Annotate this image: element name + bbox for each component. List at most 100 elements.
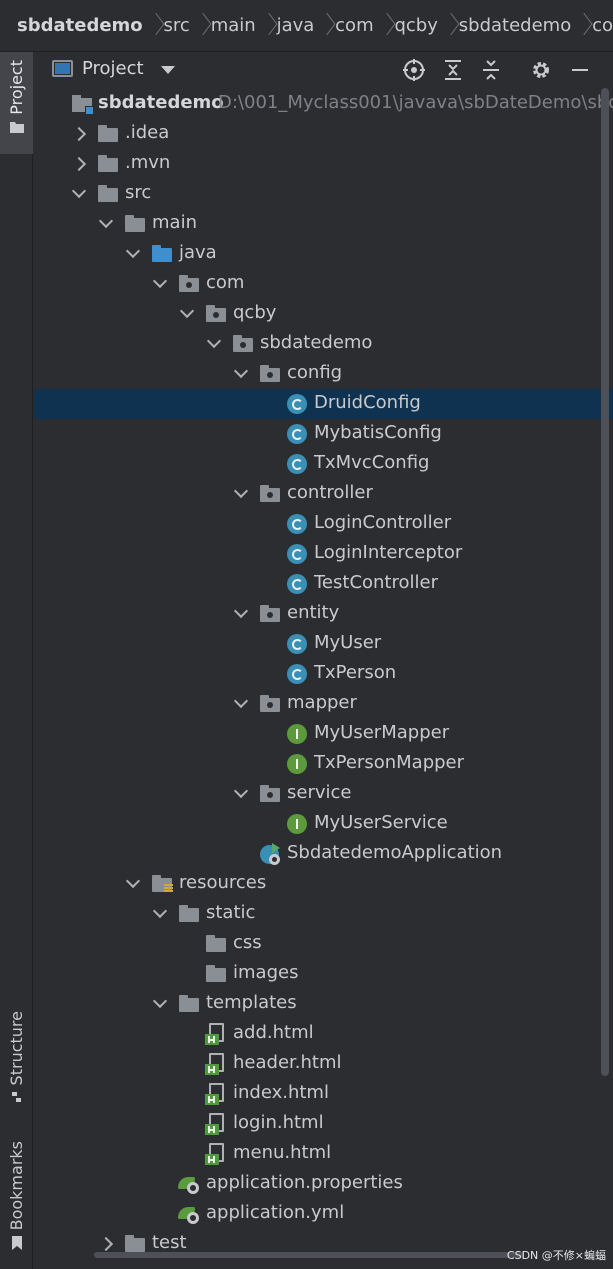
project-view-selector[interactable]: Project — [52, 58, 175, 79]
expand-arrow-icon[interactable] — [74, 149, 90, 179]
interface-icon — [287, 814, 307, 834]
tree-node-label: TxPerson — [314, 662, 397, 683]
tree-node-com[interactable]: com — [34, 269, 613, 299]
breadcrumb-item[interactable]: main — [211, 15, 256, 36]
tree-node-idea[interactable]: .idea — [34, 119, 613, 149]
tree-node-main[interactable]: main — [34, 209, 613, 239]
tree-node-label: controller — [287, 482, 373, 503]
spring-config-icon — [178, 1174, 202, 1194]
expand-arrow-icon[interactable] — [74, 119, 90, 149]
tree-node-add-html[interactable]: add.html — [34, 1019, 613, 1049]
breadcrumb-item[interactable]: java — [277, 15, 315, 36]
expand-arrow-icon[interactable] — [98, 209, 114, 239]
tree-node-header-html[interactable]: header.html — [34, 1049, 613, 1079]
hide-panel-icon[interactable] — [568, 58, 592, 82]
tree-node-entity[interactable]: entity — [34, 599, 613, 629]
html-file-icon — [205, 1023, 227, 1045]
tree-node-label: LoginController — [314, 512, 452, 533]
expand-arrow-icon[interactable] — [233, 689, 249, 719]
project-window-icon — [52, 60, 73, 77]
vertical-scrollbar[interactable] — [601, 88, 609, 1076]
tree-node-resources[interactable]: resources — [34, 869, 613, 899]
tree-node-tx-person[interactable]: TxPerson — [34, 659, 613, 689]
expand-arrow-icon[interactable] — [125, 239, 141, 269]
horizontal-scrollbar[interactable] — [94, 1252, 524, 1258]
project-toolbar: Project — [34, 52, 613, 88]
gear-icon[interactable] — [529, 58, 553, 82]
tree-node-index-html[interactable]: index.html — [34, 1079, 613, 1109]
tree-node-root[interactable]: sbdatedemo D:\001_Myclass001\javava\sbDa… — [34, 89, 613, 119]
tree-node-login-html[interactable]: login.html — [34, 1109, 613, 1139]
expand-arrow-icon[interactable] — [233, 599, 249, 629]
expand-all-icon[interactable] — [441, 58, 465, 82]
tree-node-static[interactable]: static — [34, 899, 613, 929]
expand-arrow-icon[interactable] — [233, 779, 249, 809]
breadcrumb-item[interactable]: qcby — [394, 15, 437, 36]
expand-arrow-icon[interactable] — [152, 989, 168, 1019]
folder-icon — [205, 964, 227, 984]
expand-arrow-icon[interactable] — [125, 869, 141, 899]
tree-node-mvn[interactable]: .mvn — [34, 149, 613, 179]
folder-icon — [97, 154, 119, 174]
tree-node-application-class[interactable]: SbdatedemoApplication — [34, 839, 613, 869]
tree-node-css[interactable]: css — [34, 929, 613, 959]
project-tool-button[interactable]: Project — [0, 52, 33, 154]
tree-node-config[interactable]: config — [34, 359, 613, 389]
tree-node-label: login.html — [233, 1112, 324, 1133]
tree-node-label: TestController — [314, 572, 438, 593]
tree-node-label: add.html — [233, 1022, 314, 1043]
expand-arrow-icon[interactable] — [71, 179, 87, 209]
tree-node-java[interactable]: java — [34, 239, 613, 269]
package-icon — [178, 274, 200, 294]
interface-icon — [287, 724, 307, 744]
expand-arrow-icon[interactable] — [152, 899, 168, 929]
select-opened-file-icon[interactable] — [402, 58, 426, 82]
package-icon — [259, 604, 281, 624]
tree-node-templates[interactable]: templates — [34, 989, 613, 1019]
expand-arrow-icon[interactable] — [152, 269, 168, 299]
collapse-all-icon[interactable] — [479, 58, 503, 82]
tree-node-druid-config[interactable]: DruidConfig — [34, 389, 613, 419]
breadcrumb-item[interactable]: src — [164, 15, 190, 36]
tree-node-label: templates — [206, 992, 297, 1013]
bookmarks-tool-button[interactable]: Bookmarks — [0, 1137, 33, 1257]
tree-node-test-controller[interactable]: TestController — [34, 569, 613, 599]
tree-node-sbdatedemo-package[interactable]: sbdatedemo — [34, 329, 613, 359]
breadcrumb-item[interactable]: sbdatedemo — [459, 15, 571, 36]
tree-node-my-user-mapper[interactable]: MyUserMapper — [34, 719, 613, 749]
expand-arrow-icon[interactable] — [206, 329, 222, 359]
tree-node-mapper[interactable]: mapper — [34, 689, 613, 719]
tree-node-menu-html[interactable]: menu.html — [34, 1139, 613, 1169]
breadcrumb-separator — [314, 13, 335, 39]
tree-node-controller[interactable]: controller — [34, 479, 613, 509]
folder-icon — [124, 214, 146, 234]
structure-tool-button[interactable]: Structure — [0, 1007, 33, 1111]
folder-icon — [178, 904, 200, 924]
tree-node-application-properties[interactable]: application.properties — [34, 1169, 613, 1199]
chevron-down-icon — [160, 65, 175, 74]
tree-node-my-user-service[interactable]: MyUserService — [34, 809, 613, 839]
package-icon — [259, 784, 281, 804]
breadcrumb-separator — [143, 13, 164, 39]
tree-node-login-controller[interactable]: LoginController — [34, 509, 613, 539]
tree-node-login-interceptor[interactable]: LoginInterceptor — [34, 539, 613, 569]
tree-node-label: .idea — [125, 122, 170, 143]
breadcrumb-item[interactable]: com — [335, 15, 373, 36]
tree-node-my-user[interactable]: MyUser — [34, 629, 613, 659]
breadcrumb-item[interactable]: sbdatedemo — [17, 15, 143, 36]
breadcrumb-item[interactable]: co — [592, 15, 613, 36]
expand-arrow-icon[interactable] — [233, 479, 249, 509]
tree-node-txmvc-config[interactable]: TxMvcConfig — [34, 449, 613, 479]
tree-node-qcby[interactable]: qcby — [34, 299, 613, 329]
tree-node-tx-person-mapper[interactable]: TxPersonMapper — [34, 749, 613, 779]
expand-arrow-icon[interactable] — [233, 359, 249, 389]
tree-node-application-yml[interactable]: application.yml — [34, 1199, 613, 1229]
tree-node-label: static — [206, 902, 256, 923]
package-icon — [205, 304, 227, 324]
tree-node-mybatis-config[interactable]: MybatisConfig — [34, 419, 613, 449]
expand-arrow-icon[interactable] — [179, 299, 195, 329]
tree-node-images[interactable]: images — [34, 959, 613, 989]
tree-node-src[interactable]: src — [34, 179, 613, 209]
tree-node-label: java — [179, 242, 217, 263]
tree-node-service[interactable]: service — [34, 779, 613, 809]
